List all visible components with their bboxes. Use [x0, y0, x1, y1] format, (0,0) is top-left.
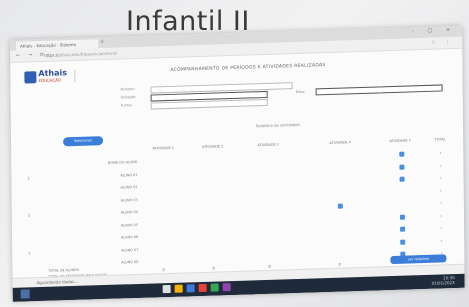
page-heading: ACOMPANHAMENTO DE PERÍODOS E ATIVIDADES …	[170, 63, 326, 73]
col-header: ATIVIDADE 5	[389, 138, 411, 144]
col-header: ATIVIDADE 2	[201, 144, 224, 149]
folder-icon[interactable]	[174, 284, 183, 293]
student-name: ALUNO 05	[120, 222, 138, 228]
filter-label-period: Período:	[120, 87, 135, 92]
activity-checkbox[interactable]	[399, 214, 405, 220]
app-icon[interactable]	[222, 283, 231, 292]
student-name: ALUNO 02	[120, 185, 138, 190]
totals-label: TOTAL DE ALUNOS	[48, 267, 80, 273]
view-report-button[interactable]: ver relatório	[390, 254, 447, 265]
total-dot: •	[439, 212, 443, 219]
activity-checkbox[interactable]	[400, 226, 406, 232]
start-menu-icon[interactable]	[20, 289, 30, 299]
select-button[interactable]: Selecionar	[63, 136, 104, 147]
row-number: 2	[27, 213, 31, 218]
student-name: ALUNO 07	[121, 247, 139, 253]
logo-text: Athais	[38, 68, 68, 79]
total-dot: •	[439, 200, 443, 206]
page-content: Athais EDUCAÇÃO ACOMPANHAMENTO DE PERÍOD…	[10, 48, 465, 287]
col-header: ATIVIDADE 3	[257, 142, 279, 148]
url-host: https://	[44, 52, 59, 58]
section-label: Relatório de atividades	[255, 121, 300, 129]
row-number: 3	[28, 250, 31, 255]
clock: 10:30 01/01/2023	[432, 275, 455, 286]
total-value: 0	[162, 268, 165, 273]
total-dot: •	[440, 225, 443, 231]
student-name: ALUNO 03	[120, 197, 138, 203]
browser-icon[interactable]	[186, 284, 195, 293]
browser-window: Athaís - Educação - Sistema × – ▢ × ← → …	[10, 25, 465, 302]
total-dot: •	[439, 187, 443, 194]
logo-divider	[74, 69, 76, 82]
total-value: 0	[212, 266, 215, 271]
student-name: ALUNO 06	[120, 234, 139, 240]
app-icon[interactable]	[210, 283, 219, 292]
col-header: ATIVIDADE 1	[152, 145, 174, 151]
row-number: 1	[27, 175, 30, 180]
nav-arrows-icon[interactable]: ← → ⟳	[16, 52, 47, 59]
clock-date: 01/01/2023	[431, 280, 455, 286]
bookmark-menu-icon[interactable]: ☆ ⋮	[431, 39, 454, 46]
total-dot: •	[439, 162, 442, 169]
date-input[interactable]	[315, 84, 443, 96]
window-controls[interactable]: – ▢ ×	[411, 27, 456, 34]
student-name: ALUNO 01	[120, 172, 138, 178]
total-dot: •	[439, 150, 442, 156]
activity-checkbox[interactable]	[400, 239, 406, 245]
total-dot: •	[440, 237, 443, 243]
close-tab-icon[interactable]: ×	[100, 39, 104, 45]
logo-mark-icon	[24, 71, 37, 84]
filter-label-unit: Unidade:	[120, 95, 137, 100]
activity-checkbox[interactable]	[399, 176, 405, 182]
activity-checkbox[interactable]	[399, 164, 405, 170]
search-icon[interactable]	[162, 284, 171, 294]
activity-checkbox[interactable]	[337, 203, 343, 209]
filter-label-date: Data:	[295, 89, 306, 95]
status-text: Aguardando dados...	[36, 278, 79, 286]
url-path: athais.edu/frequencia/infantil	[58, 50, 118, 58]
filter-panel: Período: Unidade: Data: Turma:	[121, 77, 451, 121]
app-icon[interactable]	[198, 283, 207, 293]
student-name: ALUNO 04	[120, 209, 138, 215]
col-header: TOTAL	[434, 137, 446, 142]
col-header: ATIVIDADE 4	[329, 140, 351, 145]
app-logo[interactable]: Athais EDUCAÇÃO	[24, 67, 80, 87]
filter-label-class: Turma:	[120, 103, 133, 108]
total-value: 0	[268, 264, 271, 269]
student-name: NOME DO ALUNO	[107, 160, 138, 165]
total-dot: •	[439, 175, 442, 181]
logo-subtext: EDUCAÇÃO	[38, 77, 62, 84]
activity-checkbox[interactable]	[399, 151, 405, 157]
total-value: 0	[338, 262, 341, 267]
